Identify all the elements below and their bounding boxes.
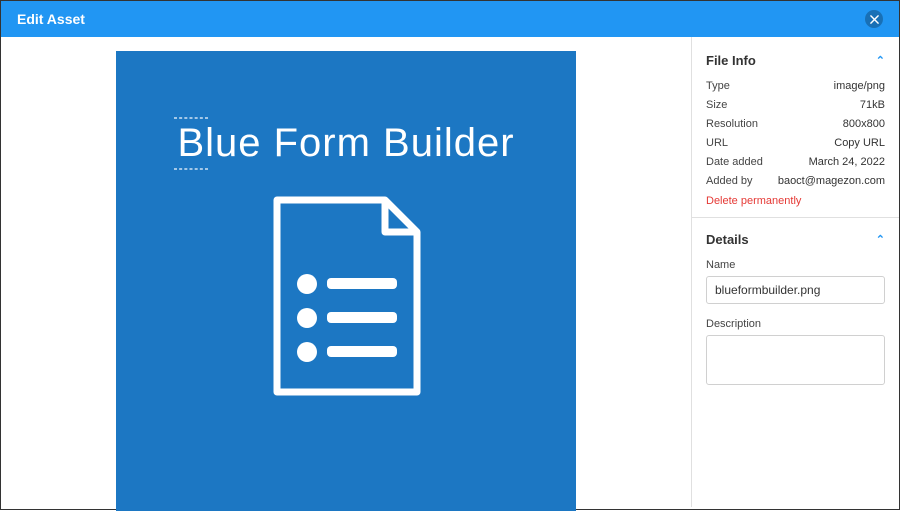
copy-url-link[interactable]: Copy URL — [834, 137, 885, 149]
description-label: Description — [706, 318, 885, 330]
section-divider — [692, 217, 899, 218]
close-button[interactable] — [865, 10, 883, 28]
document-icon — [267, 196, 425, 396]
info-row-type: Type image/png — [706, 80, 885, 92]
info-label: Date added — [706, 156, 763, 168]
info-row-size: Size 71kB — [706, 99, 885, 111]
info-label: Added by — [706, 175, 752, 187]
asset-preview: Blue Form Builder — [116, 51, 576, 511]
file-info-header[interactable]: File Info ⌃ — [706, 53, 885, 68]
details-header[interactable]: Details ⌃ — [706, 232, 885, 247]
delete-permanently-link[interactable]: Delete permanently — [706, 195, 885, 207]
info-label: URL — [706, 137, 728, 149]
info-label: Size — [706, 99, 727, 111]
name-label: Name — [706, 259, 885, 271]
info-row-added-by: Added by baoct@magezon.com — [706, 175, 885, 187]
info-row-url: URL Copy URL — [706, 137, 885, 149]
info-value: baoct@magezon.com — [778, 175, 885, 187]
info-value: image/png — [834, 80, 885, 92]
preview-title: Blue Form Builder — [177, 121, 514, 166]
info-label: Resolution — [706, 118, 758, 130]
chevron-up-icon: ⌃ — [876, 54, 885, 67]
info-value: 71kB — [860, 99, 885, 111]
close-icon — [870, 15, 879, 24]
modal-body: Blue Form Builder File Info ⌃ Type image… — [1, 37, 899, 507]
info-label: Type — [706, 80, 730, 92]
sidebar: File Info ⌃ Type image/png Size 71kB Res… — [691, 37, 899, 507]
modal-header: Edit Asset — [1, 1, 899, 37]
info-row-resolution: Resolution 800x800 — [706, 118, 885, 130]
name-input[interactable] — [706, 276, 885, 304]
file-info-heading: File Info — [706, 53, 756, 68]
info-value: 800x800 — [843, 118, 885, 130]
info-value: March 24, 2022 — [809, 156, 885, 168]
modal-title: Edit Asset — [17, 11, 85, 27]
details-heading: Details — [706, 232, 749, 247]
description-input[interactable] — [706, 335, 885, 385]
info-row-date-added: Date added March 24, 2022 — [706, 156, 885, 168]
preview-pane: Blue Form Builder — [1, 37, 691, 507]
chevron-up-icon: ⌃ — [876, 233, 885, 246]
